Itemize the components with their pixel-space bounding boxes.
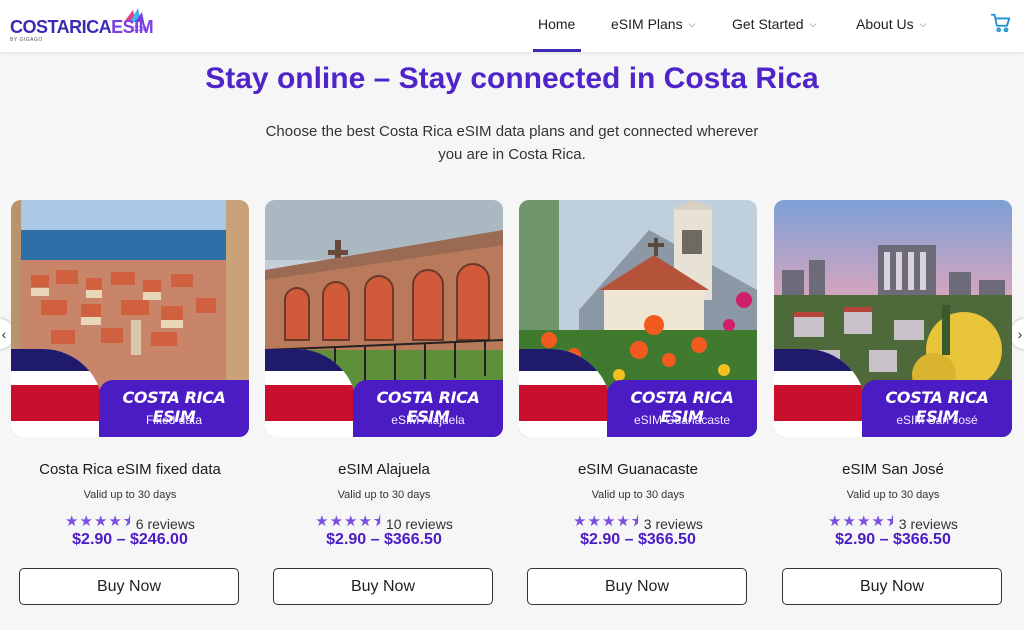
buy-now-button[interactable]: Buy Now — [782, 568, 1002, 605]
logo-dotcom: .COM — [130, 27, 147, 33]
costa-rica-flag — [774, 349, 866, 437]
product-validity: Valid up to 30 days — [591, 489, 685, 501]
nav-esim-plans[interactable]: eSIM Plans ⌵ — [611, 16, 695, 32]
logo-byline: BY GIGAGO — [10, 37, 43, 43]
product-banner: COSTA RICA ESIM eSIM Alajuela — [353, 380, 503, 437]
nav-get-started[interactable]: Get Started ⌵ — [732, 16, 816, 32]
cart-icon[interactable] — [990, 12, 1012, 34]
review-count[interactable]: 3 reviews — [899, 516, 958, 532]
chevron-down-icon: ⌵ — [809, 19, 817, 29]
hero-title: Stay online – Stay connected in Costa Ri… — [205, 62, 819, 95]
product-name[interactable]: eSIM Alajuela — [265, 461, 503, 478]
review-count[interactable]: 10 reviews — [386, 516, 453, 532]
buy-now-button[interactable]: Buy Now — [19, 568, 239, 605]
product-image[interactable]: COSTA RICA ESIM eSIM Alajuela — [265, 200, 503, 437]
nav-home[interactable]: Home — [538, 16, 575, 32]
product-name[interactable]: Costa Rica eSIM fixed data — [11, 461, 249, 478]
product-validity: Valid up to 30 days — [337, 489, 431, 501]
review-count[interactable]: 3 reviews — [644, 516, 703, 532]
product-banner: COSTA RICA ESIM eSIM Guanacaste — [607, 380, 757, 437]
product-price: $2.90 – $246.00 — [72, 531, 188, 548]
carousel-next-button[interactable]: › — [1010, 319, 1024, 349]
product-price: $2.90 – $366.50 — [580, 531, 696, 548]
product-image[interactable]: COSTA RICA ESIM eSIM San José — [774, 200, 1012, 437]
chevron-left-icon: ‹ — [1, 326, 7, 342]
product-image[interactable]: COSTA RICA ESIM eSIM Guanacaste — [519, 200, 757, 437]
costa-rica-flag — [11, 349, 103, 437]
banner-subtitle: eSIM San José — [896, 413, 978, 427]
product-price: $2.90 – $366.50 — [326, 531, 442, 548]
banner-subtitle: eSIM Alajuela — [391, 413, 465, 427]
buy-now-button[interactable]: Buy Now — [527, 568, 747, 605]
banner-subtitle: Fixed data — [145, 413, 203, 427]
nav-active-indicator — [533, 49, 581, 52]
costa-rica-flag — [265, 349, 357, 437]
nav-about-us[interactable]: About Us ⌵ — [856, 16, 926, 32]
review-count[interactable]: 6 reviews — [136, 516, 195, 532]
product-validity: Valid up to 30 days — [846, 489, 940, 501]
site-logo[interactable]: COSTARICAESIM .COM BY GIGAGO — [10, 8, 154, 44]
product-banner: COSTA RICA ESIM eSIM San José — [862, 380, 1012, 437]
banner-subtitle: eSIM Guanacaste — [633, 413, 731, 427]
product-name[interactable]: eSIM Guanacaste — [519, 461, 757, 478]
product-image[interactable]: COSTA RICA ESIM Fixed data — [11, 200, 249, 437]
chevron-right-icon: › — [1017, 326, 1023, 342]
site-header: COSTARICAESIM .COM BY GIGAGO Home eSIM P… — [0, 0, 1024, 52]
product-price: $2.90 – $366.50 — [835, 531, 951, 548]
costa-rica-flag — [519, 349, 611, 437]
product-validity: Valid up to 30 days — [83, 489, 177, 501]
product-banner: COSTA RICA ESIM Fixed data — [99, 380, 249, 437]
chevron-down-icon: ⌵ — [688, 19, 696, 29]
hero-subtitle: Choose the best Costa Rica eSIM data pla… — [265, 123, 759, 163]
buy-now-button[interactable]: Buy Now — [273, 568, 493, 605]
chevron-down-icon: ⌵ — [919, 19, 927, 29]
product-name[interactable]: eSIM San José — [774, 461, 1012, 478]
